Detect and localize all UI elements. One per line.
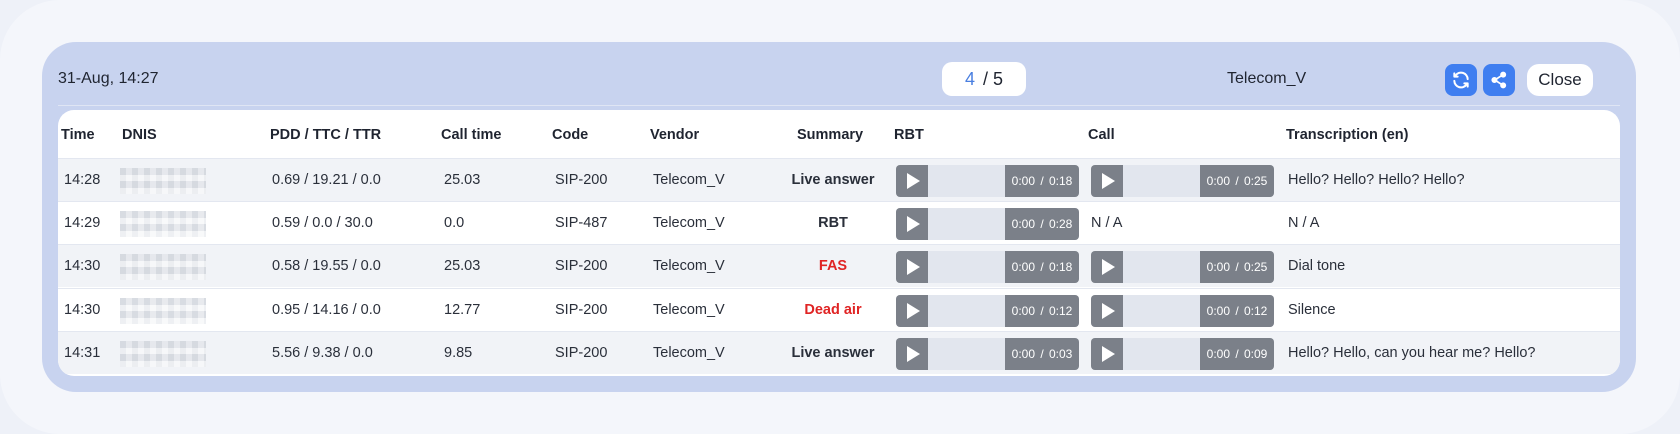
table-row: 14:29 0.59 / 0.0 / 30.0 0.0 SIP-487 Telecom_… xyxy=(58,201,1620,244)
refresh-icon xyxy=(1453,71,1469,89)
rbt-player-time: 0:00 / 0:12 xyxy=(1005,295,1079,327)
table-row: 14:30 0.95 / 14.16 / 0.0 12.77 SIP-200 Telec… xyxy=(58,288,1620,331)
col-header-dnis: DNIS xyxy=(122,127,157,143)
cell-transcription: N / A xyxy=(1288,215,1320,231)
play-icon[interactable] xyxy=(896,251,928,283)
cell-pdd-ttc-ttr: 5.56 / 9.38 / 0.0 xyxy=(272,345,373,361)
refresh-button[interactable] xyxy=(1445,64,1477,96)
rbt-audio-player[interactable]: 0:00 / 0:12 xyxy=(896,295,1079,327)
pager-total: / 5 xyxy=(983,68,1004,89)
cell-transcription: Silence xyxy=(1288,302,1336,318)
col-header-call: Call xyxy=(1088,127,1115,143)
cell-pdd-ttc-ttr: 0.59 / 0.0 / 30.0 xyxy=(272,215,373,231)
col-header-vendor: Vendor xyxy=(650,127,700,143)
cell-time: 14:31 xyxy=(64,345,101,361)
cell-vendor: Telecom_V xyxy=(653,172,725,188)
cell-call-time: 25.03 xyxy=(444,258,481,274)
play-icon[interactable] xyxy=(1091,295,1123,327)
cell-code: SIP-200 xyxy=(555,172,608,188)
table-row: 14:30 0.58 / 19.55 / 0.0 25.03 SIP-200 Telec… xyxy=(58,244,1620,287)
cell-call-time: 25.03 xyxy=(444,172,481,188)
play-icon[interactable] xyxy=(1091,251,1123,283)
cell-vendor: Telecom_V xyxy=(653,345,725,361)
cell-pdd-ttc-ttr: 0.69 / 19.21 / 0.0 xyxy=(272,172,381,188)
dnis-redacted xyxy=(120,341,206,367)
table-row: 14:31 5.56 / 9.38 / 0.0 9.85 SIP-200 Telecom… xyxy=(58,331,1620,374)
cell-pdd-ttc-ttr: 0.95 / 14.16 / 0.0 xyxy=(272,302,381,318)
cell-call-time: 12.77 xyxy=(444,302,481,318)
col-header-transcription: Transcription (en) xyxy=(1286,127,1409,143)
call-player-time: 0:00 / 0:12 xyxy=(1200,295,1274,327)
call-audio-player[interactable]: 0:00 / 0:12 xyxy=(1091,295,1274,327)
cell-time: 14:28 xyxy=(64,172,101,188)
cell-code: SIP-200 xyxy=(555,258,608,274)
cell-time: 14:30 xyxy=(64,302,101,318)
cell-transcription: Hello? Hello, can you hear me? Hello? xyxy=(1288,345,1536,361)
header-divider xyxy=(58,105,1620,106)
rbt-audio-player[interactable]: 0:00 / 0:03 xyxy=(896,338,1079,370)
cell-transcription: Hello? Hello? Hello? Hello? xyxy=(1288,172,1465,188)
rbt-audio-player[interactable]: 0:00 / 0:18 xyxy=(896,251,1079,283)
play-icon[interactable] xyxy=(896,295,928,327)
cell-time: 14:29 xyxy=(64,215,101,231)
col-header-code: Code xyxy=(552,127,589,143)
col-header-rbt: RBT xyxy=(894,127,924,143)
cell-time: 14:30 xyxy=(64,258,101,274)
play-icon[interactable] xyxy=(896,208,928,240)
rbt-audio-player[interactable]: 0:00 / 0:28 xyxy=(896,208,1079,240)
call-player-time: 0:00 / 0:25 xyxy=(1200,165,1274,197)
share-icon xyxy=(1491,71,1507,89)
cell-summary: RBT xyxy=(818,215,848,231)
dnis-redacted xyxy=(120,168,206,194)
dnis-redacted xyxy=(120,211,206,237)
dnis-redacted xyxy=(120,254,206,280)
cell-vendor: Telecom_V xyxy=(653,215,725,231)
rbt-player-time: 0:00 / 0:03 xyxy=(1005,338,1079,370)
dnis-redacted xyxy=(120,298,206,324)
cell-summary: FAS xyxy=(818,258,848,274)
col-header-call-time: Call time xyxy=(441,127,502,143)
rbt-player-time: 0:00 / 0:28 xyxy=(1005,208,1079,240)
header-vendor: Telecom_V xyxy=(1227,70,1307,87)
play-icon[interactable] xyxy=(1091,165,1123,197)
report-date: 31-Aug, 14:27 xyxy=(58,70,159,87)
call-player-time: 0:00 / 0:25 xyxy=(1200,251,1274,283)
rbt-player-time: 0:00 / 0:18 xyxy=(1005,165,1079,197)
cell-call-time: 0.0 xyxy=(444,215,465,231)
col-header-time: Time xyxy=(61,127,95,143)
calls-table: Time DNIS PDD / TTC / TTR Call time Code… xyxy=(58,110,1620,376)
cell-code: SIP-200 xyxy=(555,345,608,361)
panel-header: 31-Aug, 14:27 4 / 5 Telecom_V Close xyxy=(42,42,1636,106)
pager[interactable]: 4 / 5 xyxy=(942,62,1026,96)
col-header-pdd: PDD / TTC / TTR xyxy=(270,127,382,143)
col-header-summary: Summary xyxy=(797,127,864,143)
call-detail-panel: 31-Aug, 14:27 4 / 5 Telecom_V Close Time… xyxy=(42,42,1636,392)
cell-vendor: Telecom_V xyxy=(653,258,725,274)
play-icon[interactable] xyxy=(896,338,928,370)
close-button[interactable]: Close xyxy=(1527,64,1593,96)
cell-code: SIP-200 xyxy=(555,302,608,318)
page-background: 31-Aug, 14:27 4 / 5 Telecom_V Close Time… xyxy=(0,0,1680,434)
share-button[interactable] xyxy=(1483,64,1515,96)
cell-summary: Live answer xyxy=(791,345,875,361)
rbt-audio-player[interactable]: 0:00 / 0:18 xyxy=(896,165,1079,197)
cell-call-time: 9.85 xyxy=(444,345,473,361)
cell-pdd-ttc-ttr: 0.58 / 19.55 / 0.0 xyxy=(272,258,381,274)
table-row: 14:28 0.69 / 19.21 / 0.0 25.03 SIP-200 Telec… xyxy=(58,158,1620,201)
call-not-available: N / A xyxy=(1091,215,1123,231)
call-audio-player[interactable]: 0:00 / 0:25 xyxy=(1091,251,1274,283)
call-audio-player[interactable]: 0:00 / 0:09 xyxy=(1091,338,1274,370)
cell-summary: Live answer xyxy=(791,172,875,188)
cell-vendor: Telecom_V xyxy=(653,302,725,318)
rbt-player-time: 0:00 / 0:18 xyxy=(1005,251,1079,283)
cell-code: SIP-487 xyxy=(555,215,608,231)
pager-current-page[interactable]: 4 xyxy=(965,69,975,90)
call-player-time: 0:00 / 0:09 xyxy=(1200,338,1274,370)
play-icon[interactable] xyxy=(1091,338,1123,370)
call-audio-player[interactable]: 0:00 / 0:25 xyxy=(1091,165,1274,197)
cell-summary: Dead air xyxy=(804,302,862,318)
play-icon[interactable] xyxy=(896,165,928,197)
cell-transcription: Dial tone xyxy=(1288,258,1346,274)
